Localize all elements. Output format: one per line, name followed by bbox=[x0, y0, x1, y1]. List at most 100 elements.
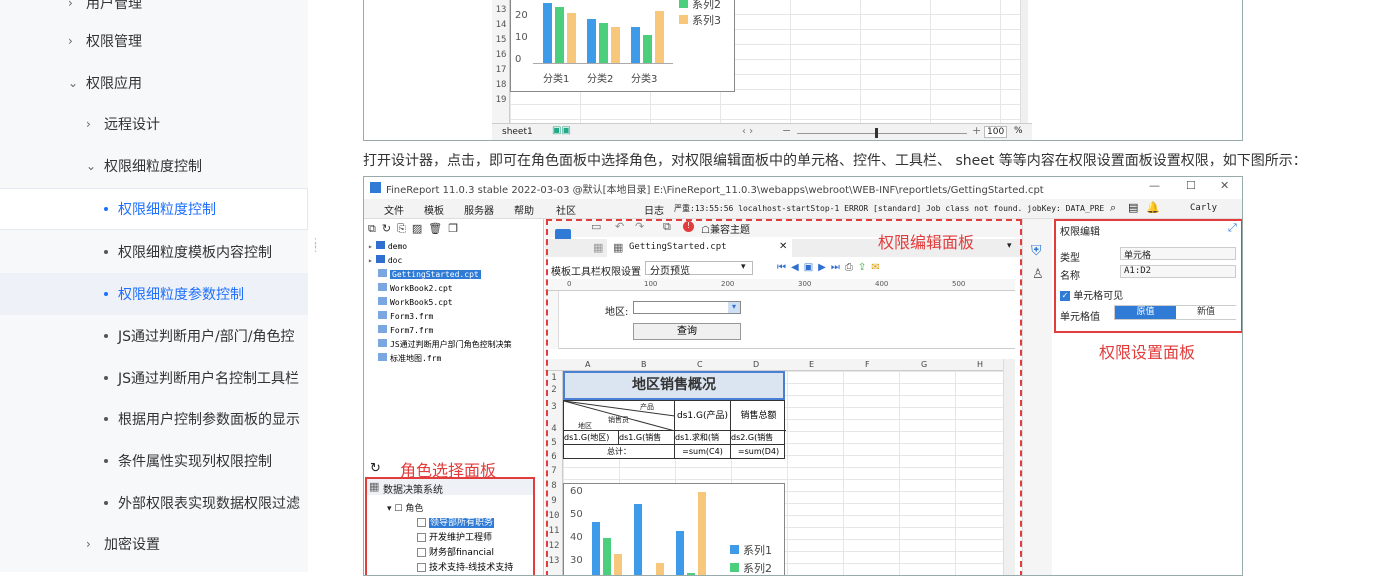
chevron-down-icon[interactable]: ⌄ bbox=[68, 76, 86, 90]
expand-icon[interactable]: ▸ bbox=[368, 242, 373, 251]
notes-icon[interactable]: ▤ bbox=[1128, 201, 1138, 214]
shield-icon[interactable]: ⛨ bbox=[1031, 243, 1042, 259]
visible-checkbox[interactable]: ✓ 单元格可见 bbox=[1060, 287, 1123, 302]
legend-item: 系列2 bbox=[679, 0, 721, 12]
role-label: 开发维护工程师 bbox=[429, 533, 493, 543]
file-item[interactable]: JS通过判断用户部门角色控制决策 bbox=[368, 339, 512, 350]
close-icon[interactable]: ✕ bbox=[1220, 179, 1229, 192]
chevron-right-icon[interactable]: › bbox=[68, 34, 86, 48]
role-item[interactable]: 技术支持-线技术支持 bbox=[417, 560, 513, 573]
sidebar-item[interactable]: ⌄ 权限细粒度控制 bbox=[0, 145, 308, 187]
perm-panel: 权限编辑 ⤢ 类型 单元格 名称 A1:D2 ✓ 单元格可见 单元格值 原值 新… bbox=[1052, 219, 1242, 575]
file-item[interactable]: GettingStarted.cpt bbox=[368, 269, 481, 279]
zoom-value[interactable]: 100 bbox=[984, 126, 1008, 138]
menu-item[interactable]: 帮助 bbox=[514, 202, 534, 217]
collapse-icon[interactable]: ⤢ bbox=[1228, 221, 1237, 235]
file-item[interactable]: 标准地图.frm bbox=[368, 353, 441, 364]
folder-item[interactable]: ▸ demo bbox=[368, 241, 407, 251]
menu-item[interactable]: 社区 bbox=[556, 202, 576, 217]
menu-item[interactable]: 文件 bbox=[384, 202, 404, 217]
sidebar-item[interactable]: 权限细粒度参数控制 bbox=[0, 273, 308, 315]
checkbox-icon[interactable] bbox=[417, 518, 426, 527]
folder-icon bbox=[375, 241, 385, 249]
file-item[interactable]: WorkBook5.cpt bbox=[368, 297, 453, 307]
file-label: 标准地图.frm bbox=[390, 354, 442, 363]
new-folder-icon[interactable]: ⧉ bbox=[368, 222, 382, 235]
original-value-option[interactable]: 原值 bbox=[1115, 306, 1176, 319]
sidebar-item[interactable]: JS通过判断用户名控制工具栏 bbox=[0, 357, 308, 399]
sidebar-item[interactable]: 权限细粒度控制 bbox=[0, 188, 308, 230]
menu-item[interactable]: 模板 bbox=[424, 202, 444, 217]
bullet-icon bbox=[104, 207, 108, 211]
refresh-icon[interactable]: ↻ bbox=[382, 222, 397, 235]
zoom-out-icon[interactable]: − bbox=[782, 124, 791, 137]
checkbox-icon[interactable] bbox=[417, 563, 426, 572]
zoom-in-icon[interactable]: + bbox=[972, 124, 981, 137]
sidebar-item[interactable]: 权限细粒度模板内容控制 bbox=[0, 231, 308, 273]
role-group[interactable]: ▾ ☐ 角色 bbox=[387, 501, 423, 514]
legend-label: 系列3 bbox=[692, 14, 721, 27]
zoom-slider[interactable] bbox=[797, 133, 967, 134]
perm-title: 权限编辑 bbox=[1060, 227, 1100, 238]
checkbox-icon[interactable] bbox=[417, 533, 426, 542]
bullet-icon bbox=[104, 417, 108, 421]
maximize-icon[interactable]: ☐ bbox=[1186, 179, 1196, 192]
file-item[interactable]: WorkBook2.cpt bbox=[368, 283, 453, 293]
row-number: 13 bbox=[495, 5, 507, 15]
sheet-tab[interactable]: sheet1 bbox=[502, 127, 533, 137]
role-item[interactable]: 财务部financial bbox=[417, 545, 494, 558]
file-item[interactable]: Form3.frm bbox=[368, 311, 433, 321]
role-tree: ▦ 数据决策系统 ▾ ☐ 角色 领导部所有职务 开发维护工程师 财务部financi… bbox=[367, 479, 533, 575]
sidebar-item[interactable]: ⌄ 权限应用 bbox=[0, 62, 308, 104]
file-item[interactable]: Form7.frm bbox=[368, 325, 433, 335]
chevron-right-icon[interactable]: › bbox=[86, 537, 104, 551]
window-icon[interactable]: ❐ bbox=[448, 222, 464, 235]
sidebar-item-label: 权限管理 bbox=[86, 34, 142, 50]
new-value-option[interactable]: 新值 bbox=[1176, 306, 1236, 319]
user-name[interactable]: Carly bbox=[1190, 203, 1217, 213]
legend-swatch bbox=[679, 0, 688, 8]
role-refresh-icon[interactable]: ↻ bbox=[370, 461, 381, 476]
legend-item: 系列3 bbox=[679, 12, 721, 28]
chevron-right-icon[interactable]: › bbox=[86, 117, 104, 131]
bell-icon[interactable]: 🔔 bbox=[1146, 201, 1160, 214]
checkbox-icon[interactable] bbox=[417, 548, 426, 557]
chevron-right-icon[interactable]: › bbox=[68, 0, 86, 10]
edit-panel-highlight bbox=[546, 219, 1022, 575]
sidebar-item[interactable]: 外部权限表实现数据权限过滤 bbox=[0, 482, 308, 524]
file-toolbar: ⧉↻⎘▨🗑❐ bbox=[368, 222, 464, 236]
menu-item[interactable]: 服务器 bbox=[464, 202, 494, 217]
sidebar-item[interactable]: JS通过判断用户/部门/角色控 bbox=[0, 315, 308, 357]
sidebar-item[interactable]: › 权限管理 bbox=[0, 20, 308, 62]
folder-item[interactable]: ▸ doc bbox=[368, 255, 402, 265]
sidebar-item-label: 远程设计 bbox=[104, 117, 160, 133]
sidebar-item[interactable]: 条件属性实现列权限控制 bbox=[0, 440, 308, 482]
user-icon[interactable]: ♙ bbox=[1032, 267, 1044, 282]
search-icon[interactable]: ⌕ bbox=[1110, 201, 1116, 215]
expand-icon[interactable]: ▸ bbox=[368, 256, 373, 265]
minimize-icon[interactable]: — bbox=[1149, 179, 1160, 192]
sidebar-item[interactable]: › 加密设置 bbox=[0, 523, 308, 565]
checkbox-checked-icon[interactable]: ✓ bbox=[1060, 291, 1070, 301]
sidebar-item[interactable]: 根据用户控制参数面板的显示 bbox=[0, 398, 308, 440]
sheet-bar: sheet1 ▣▣ ‹ › − + 100 % bbox=[492, 123, 1032, 140]
legend-swatch bbox=[679, 15, 688, 24]
app-logo-icon bbox=[370, 182, 381, 193]
chevron-down-icon[interactable]: ⌄ bbox=[86, 159, 104, 173]
copy-icon[interactable]: ⎘ bbox=[397, 222, 412, 235]
role-item[interactable]: 领导部所有职务 bbox=[417, 515, 495, 528]
sidebar-item-label: 权限细粒度模板内容控制 bbox=[118, 245, 272, 261]
log-label[interactable]: 日志 bbox=[644, 202, 664, 217]
role-item[interactable]: 开发维护工程师 bbox=[417, 530, 492, 543]
sidebar-item-label: 权限细粒度控制 bbox=[118, 202, 216, 218]
sidebar-item[interactable]: › 远程设计 bbox=[0, 103, 308, 145]
delete-icon[interactable]: 🗑 bbox=[428, 222, 448, 235]
add-sheet-icon[interactable]: ▣▣ bbox=[552, 125, 571, 136]
lock-icon[interactable]: ▨ bbox=[412, 222, 428, 235]
log-message[interactable]: 严重:13:55:56 localhost-startStop-1 ERROR … bbox=[674, 203, 1104, 214]
zoom-slider-thumb[interactable] bbox=[875, 128, 878, 138]
type-label: 类型 bbox=[1060, 253, 1080, 264]
bullet-icon bbox=[104, 459, 108, 463]
nav-arrows-icon[interactable]: ‹ › bbox=[742, 126, 753, 137]
v-scrollbar[interactable] bbox=[1020, 0, 1028, 123]
